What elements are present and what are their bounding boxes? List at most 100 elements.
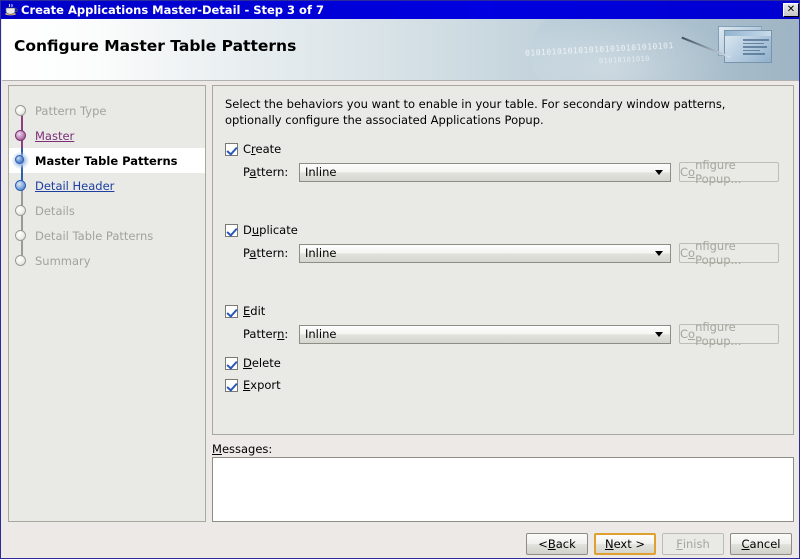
step-label: Detail Table Patterns <box>35 228 154 243</box>
pattern-label-duplicate: Pattern: <box>243 246 299 260</box>
messages-textarea[interactable] <box>212 457 794 522</box>
monitor-screen <box>724 30 772 63</box>
window-titlebar: Create Applications Master-Detail - Step… <box>1 1 799 19</box>
checkbox-label-export-post: xport <box>250 378 281 392</box>
checkbox-label-duplicate-post: plicate <box>259 223 298 237</box>
wizard-header: 0101010101010101010101010101 01010101010… <box>2 19 799 81</box>
step-node <box>9 148 35 173</box>
configure-popup-label-duplicate-pre: C <box>680 246 689 260</box>
finish-button: Finish <box>662 533 724 555</box>
pattern-row-create: Pattern: Inline Co nfigure Popup... <box>225 158 781 186</box>
step-node-icon <box>15 255 26 266</box>
checkbox-label-create-post: eate <box>255 142 282 156</box>
next-button[interactable]: Next > <box>594 533 656 555</box>
pattern-label-edit: Pattern: <box>243 327 299 341</box>
chevron-down-icon <box>655 332 663 337</box>
configure-popup-label-edit-mnemonic: o <box>688 327 696 341</box>
checkbox-label-delete: Delete <box>243 356 281 370</box>
checkbox-duplicate[interactable] <box>225 223 238 237</box>
checkbox-label-delete-mnemonic: D <box>243 356 252 370</box>
behavior-group-create: Create Pattern: Inline Co nfigure Popup... <box>225 141 781 222</box>
cancel-button[interactable]: Cancel <box>730 533 792 555</box>
step-label: Master <box>35 128 75 143</box>
back-button-label-pre: < <box>538 537 548 551</box>
configure-popup-label-edit-pre: C <box>680 327 689 341</box>
checkbox-label-create-pre: C <box>243 142 252 156</box>
pattern-row-duplicate: Pattern: Inline Co nfigure Popup... <box>225 239 781 267</box>
chevron-down-icon <box>655 170 663 175</box>
configure-popup-button-edit: Co nfigure Popup... <box>679 320 779 348</box>
pattern-dropdown-value-edit: Inline <box>305 327 337 341</box>
page-title: Configure Master Table Patterns <box>14 37 297 55</box>
wizard-window: Create Applications Master-Detail - Step… <box>0 0 800 559</box>
configure-popup-button-create: Co nfigure Popup... <box>679 158 779 186</box>
checkbox-label-edit-post: dit <box>250 304 266 318</box>
steps-list: Pattern Type Master Master Table Patterns D… <box>9 98 205 273</box>
back-button-label-mnemonic: B <box>547 537 556 551</box>
cancel-button-label-mnemonic: C <box>741 537 750 551</box>
cancel-button-label-post: ancel <box>749 537 781 551</box>
monitor-screen-lines <box>743 39 769 57</box>
step-label: Master Table Patterns <box>35 153 178 168</box>
window-title: Create Applications Master-Detail - Step… <box>21 3 324 17</box>
next-button-label-mnemonic: N <box>604 537 614 551</box>
finish-button-label-post: inish <box>682 537 710 551</box>
checkbox-row-duplicate[interactable]: Duplicate <box>225 222 781 238</box>
next-button-label-post: ext > <box>613 537 646 551</box>
sidebar-step-pattern-type: Pattern Type <box>9 98 205 123</box>
sidebar-step-master-table-patterns: Master Table Patterns <box>9 148 205 173</box>
back-button[interactable]: < Back <box>526 533 588 555</box>
configure-popup-label-edit-post: nfigure Popup... <box>695 320 742 348</box>
wizard-button-bar: < Back Next > Finish Cancel <box>1 528 799 558</box>
step-node <box>9 98 35 123</box>
wizard-steps-sidebar: Pattern Type Master Master Table Patterns D… <box>8 85 206 522</box>
step-node <box>9 173 35 198</box>
checkbox-edit[interactable] <box>225 304 238 318</box>
pattern-dropdown-create[interactable]: Inline <box>299 162 671 182</box>
pattern-label-edit-pre: Patter <box>243 327 278 341</box>
checkbox-row-export[interactable]: Export <box>225 377 781 393</box>
messages-label-mnemonic: M <box>212 442 222 456</box>
pattern-row-edit: Pattern: Inline Co nfigure Popup... <box>225 320 781 348</box>
step-label: Summary <box>35 253 91 268</box>
pattern-label-create-post: ttern: <box>256 165 289 179</box>
checkbox-row-create[interactable]: Create <box>225 141 781 157</box>
step-node-icon <box>15 205 26 216</box>
finish-button-label-mnemonic: F <box>676 537 683 551</box>
configure-popup-label-create-post: nfigure Popup... <box>695 158 742 186</box>
behavior-group-edit: Edit Pattern: Inline Co nfigure Popup... <box>225 303 781 355</box>
step-node-icon <box>12 152 29 169</box>
intro-text: Select the behaviors you want to enable … <box>225 97 726 127</box>
step-label: Pattern Type <box>35 103 107 118</box>
pattern-dropdown-value-create: Inline <box>305 165 337 179</box>
java-cup-icon <box>4 3 18 17</box>
checkbox-delete[interactable] <box>225 356 238 370</box>
sidebar-step-detail-table-patterns: Detail Table Patterns <box>9 223 205 248</box>
sidebar-step-summary: Summary <box>9 248 205 273</box>
pattern-label-create: Pattern: <box>243 165 299 179</box>
back-button-label-post: ack <box>555 537 576 551</box>
step-label: Detail Header <box>35 178 115 193</box>
step-node-icon <box>15 180 26 191</box>
step-node-icon <box>15 130 26 141</box>
checkbox-row-edit[interactable]: Edit <box>225 303 781 319</box>
checkbox-row-delete[interactable]: Delete <box>225 355 781 371</box>
close-icon[interactable]: ✕ <box>783 3 799 17</box>
checkbox-create[interactable] <box>225 142 238 156</box>
step-node <box>9 248 35 273</box>
checkbox-export[interactable] <box>225 378 238 392</box>
pattern-dropdown-duplicate[interactable]: Inline <box>299 243 671 263</box>
sidebar-step-master[interactable]: Master <box>9 123 205 148</box>
main-content-panel: Select the behaviors you want to enable … <box>212 85 794 435</box>
pattern-dropdown-edit[interactable]: Inline <box>299 324 671 344</box>
monitor-illustration-icon <box>681 26 774 70</box>
behavior-group-duplicate: Duplicate Pattern: Inline Co nfigure Popup..… <box>225 222 781 303</box>
monitor-screen-titlebar <box>725 31 771 36</box>
configure-popup-button-duplicate: Co nfigure Popup... <box>679 239 779 267</box>
step-node <box>9 223 35 248</box>
messages-label: Messages: <box>212 442 272 456</box>
sidebar-step-detail-header[interactable]: Detail Header <box>9 173 205 198</box>
configure-popup-label-duplicate-post: nfigure Popup... <box>695 239 742 267</box>
